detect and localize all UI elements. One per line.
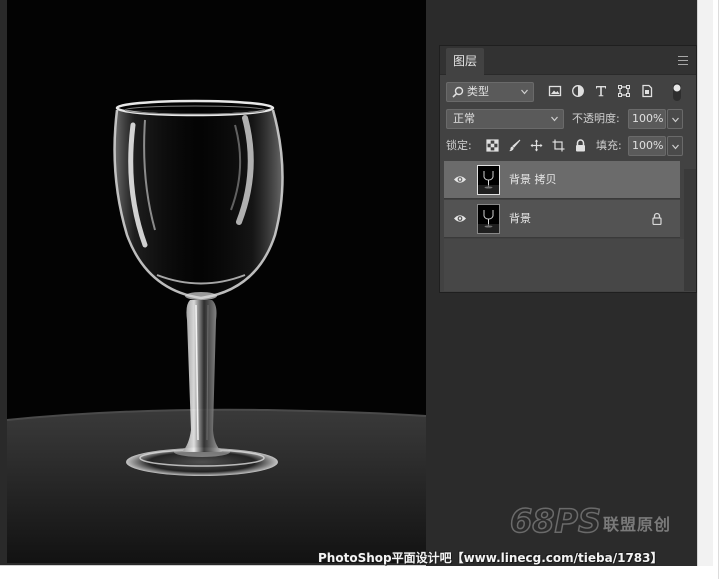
artboard-nesting-icon[interactable] xyxy=(552,139,565,152)
layer-row-background[interactable]: 背景 xyxy=(444,200,680,238)
right-edge-strip xyxy=(697,0,713,566)
lock-all-icon[interactable] xyxy=(574,139,587,152)
type-layer-filter-icon[interactable] xyxy=(594,84,608,98)
chevron-down-icon xyxy=(672,117,679,123)
blend-opacity-row: 正常 不透明度: 100% xyxy=(446,109,690,129)
lock-fill-row: 锁定: 填充: 100% xyxy=(446,136,690,156)
search-icon xyxy=(452,86,464,98)
watermark-caption: PhotoShop平面设计吧【www.linecg.com/tieba/1783… xyxy=(318,551,663,565)
layers-scrollbar[interactable] xyxy=(684,169,696,291)
lock-label: 锁定: xyxy=(446,139,472,152)
eye-icon[interactable] xyxy=(453,213,467,224)
opacity-label: 不透明度: xyxy=(572,112,620,125)
layer-name[interactable]: 背景 拷贝 xyxy=(509,161,557,199)
lock-image-pixels-brush-icon[interactable] xyxy=(508,139,521,152)
lock-position-move-icon[interactable] xyxy=(530,139,543,152)
shape-layer-filter-icon[interactable] xyxy=(617,84,631,98)
filter-kind-value: 类型 xyxy=(467,85,489,98)
fill-dropdown[interactable] xyxy=(667,136,683,156)
lock-transparent-pixels-icon[interactable] xyxy=(486,139,499,152)
eye-icon[interactable] xyxy=(453,174,467,185)
filter-toggle-icon[interactable] xyxy=(672,82,682,102)
adjustment-layer-filter-icon[interactable] xyxy=(571,84,585,98)
chevron-down-icon xyxy=(672,144,679,150)
opacity-input[interactable]: 100% xyxy=(628,109,666,129)
layer-thumbnail xyxy=(477,165,500,195)
watermark-logo-suffix: 联盟原创 xyxy=(603,515,672,534)
layer-lock-icon xyxy=(652,212,662,225)
panel-menu-icon[interactable] xyxy=(678,56,688,65)
opacity-dropdown[interactable] xyxy=(667,109,683,129)
watermark-logo-text: 68PS xyxy=(510,502,601,540)
layers-panel: 图层 类型 正常 不透明度: 100% 锁定: 填充: 100% 背景 拷贝 背… xyxy=(439,45,697,293)
filter-kind-select[interactable]: 类型 xyxy=(446,82,534,102)
wine-glass-photo xyxy=(7,99,426,563)
layer-row-background-copy[interactable]: 背景 拷贝 xyxy=(444,161,680,199)
smart-object-filter-icon[interactable] xyxy=(640,84,654,98)
layer-name[interactable]: 背景 xyxy=(509,200,531,238)
pixel-layer-filter-icon[interactable] xyxy=(548,84,562,98)
document-canvas[interactable] xyxy=(7,0,426,563)
page-margin xyxy=(713,0,727,579)
fill-input[interactable]: 100% xyxy=(628,136,666,156)
layer-filter-row: 类型 xyxy=(446,82,690,102)
chevron-down-icon xyxy=(521,89,528,95)
tab-layers[interactable]: 图层 xyxy=(446,48,484,75)
layer-thumbnail xyxy=(477,204,500,234)
fill-label: 填充: xyxy=(596,139,622,152)
blend-mode-select[interactable]: 正常 xyxy=(446,109,564,129)
layers-empty-area[interactable] xyxy=(444,239,684,291)
chevron-down-icon xyxy=(551,116,558,122)
panel-tabbar: 图层 xyxy=(440,46,696,75)
blend-mode-value: 正常 xyxy=(453,112,475,125)
